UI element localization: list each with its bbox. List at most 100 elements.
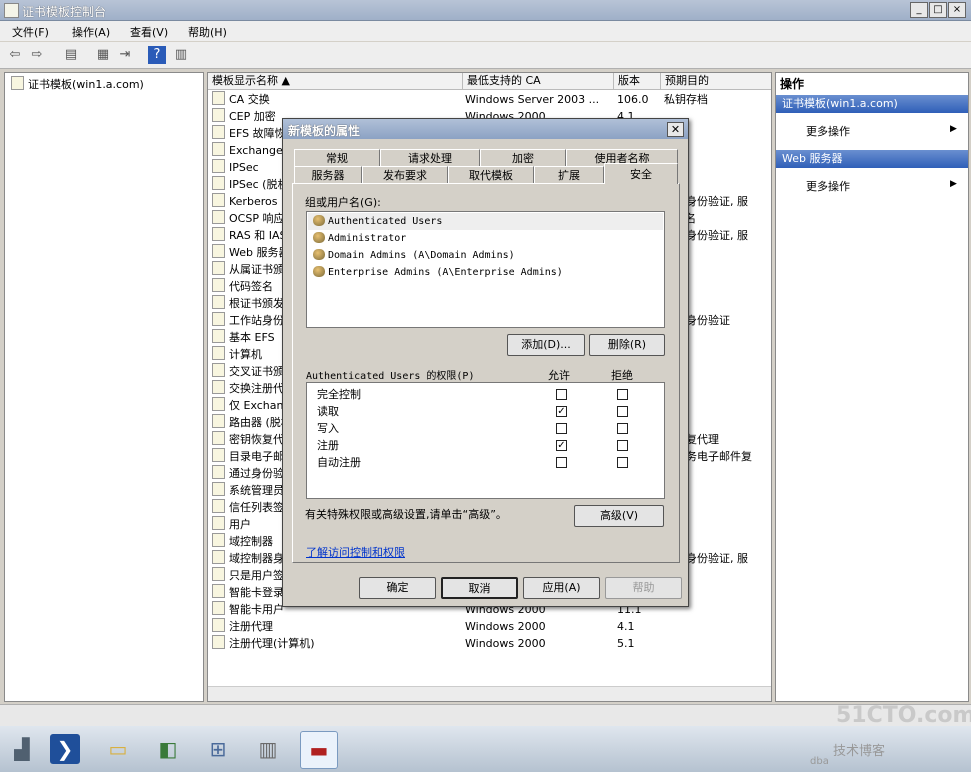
tab-superseded-templates[interactable]: 取代模板	[448, 166, 534, 183]
management-console-icon[interactable]: ◧	[150, 731, 186, 767]
allow-checkbox[interactable]: ✓	[556, 406, 567, 417]
menu-file[interactable]: 文件(F)	[12, 24, 49, 40]
template-name: 域控制器	[229, 535, 273, 548]
certificate-template-icon	[212, 176, 225, 190]
horizontal-scrollbar[interactable]	[208, 686, 771, 701]
powershell-icon[interactable]: ❯	[50, 734, 80, 764]
actions-group-web-server[interactable]: Web 服务器	[776, 150, 968, 168]
column-header-name[interactable]: 模板显示名称 ▲	[208, 73, 463, 90]
window-title-bar: 证书模板控制台 _ □ ×	[0, 0, 971, 21]
certificate-template-icon	[212, 91, 225, 105]
column-header-purpose[interactable]: 预期目的	[661, 73, 771, 90]
deny-checkbox[interactable]	[617, 406, 628, 417]
maximize-button[interactable]: □	[929, 2, 947, 18]
help-icon[interactable]: ?	[148, 46, 166, 64]
deny-checkbox[interactable]	[617, 457, 628, 468]
template-name: Web 服务器	[229, 246, 290, 259]
tree-root-label: 证书模板(win1.a.com)	[28, 78, 144, 91]
user-icon	[313, 232, 325, 243]
tab-security[interactable]: 安全	[604, 163, 678, 184]
certificate-template-icon	[212, 227, 225, 241]
learn-access-control-link[interactable]: 了解访问控制和权限	[306, 544, 405, 560]
dialog-close-button[interactable]: ✕	[667, 122, 684, 137]
template-name: 基本 EFS	[229, 331, 275, 344]
users-listbox[interactable]: Authenticated Users Administrator Domain…	[306, 211, 665, 328]
user-item[interactable]: Administrator	[313, 230, 406, 247]
template-name: IPSec	[229, 161, 259, 174]
security-tab-panel: 组或用户名(G): Authenticated Users Administra…	[292, 183, 680, 563]
tree-item-root[interactable]: 证书模板(win1.a.com)	[11, 76, 144, 92]
menu-help[interactable]: 帮助(H)	[188, 24, 227, 40]
cancel-button[interactable]: 取消	[441, 577, 518, 599]
tab-server[interactable]: 服务器	[294, 166, 362, 183]
certificate-template-icon	[212, 601, 225, 615]
help-button[interactable]: 帮助	[605, 577, 682, 599]
certificate-template-icon	[212, 108, 225, 122]
explorer-folder-icon[interactable]: ▭	[100, 731, 136, 767]
template-row[interactable]: CA 交换 Windows Server 2003 ... 106.0 私钥存档	[212, 91, 768, 108]
show-hide-tree-icon[interactable]: ▤	[62, 46, 80, 64]
template-name: 系统管理员	[229, 484, 284, 497]
server-manager-icon[interactable]: ▟	[4, 731, 40, 767]
allow-checkbox[interactable]: ✓	[556, 440, 567, 451]
tab-cryptography[interactable]: 加密	[480, 149, 566, 166]
allow-checkbox[interactable]	[556, 457, 567, 468]
certificate-template-icon	[212, 499, 225, 513]
remove-button[interactable]: 删除(R)	[589, 334, 665, 356]
properties-icon[interactable]: ▦	[94, 46, 112, 64]
template-name: Kerberos	[229, 195, 278, 208]
certificate-template-icon	[212, 142, 225, 156]
tree-pane: 证书模板(win1.a.com)	[4, 72, 204, 702]
tab-request-handling[interactable]: 请求处理	[380, 149, 480, 166]
actions-group-templates[interactable]: 证书模板(win1.a.com)	[776, 95, 968, 113]
user-item[interactable]: Enterprise Admins (A\Enterprise Admins)	[313, 264, 563, 281]
deny-checkbox[interactable]	[617, 423, 628, 434]
show-action-pane-icon[interactable]: ▥	[172, 46, 190, 64]
deny-checkbox[interactable]	[617, 389, 628, 400]
template-row[interactable]: 注册代理(计算机) Windows 2000 5.1	[212, 635, 768, 652]
toolbox-icon[interactable]: ▬	[300, 731, 338, 769]
ok-button[interactable]: 确定	[359, 577, 436, 599]
minimize-button[interactable]: _	[910, 2, 928, 18]
dialog-title: 新模板的属性	[288, 124, 361, 138]
template-name: RAS 和 IAS	[229, 229, 287, 242]
template-name: 代码签名	[229, 280, 273, 293]
add-button[interactable]: 添加(D)...	[507, 334, 585, 356]
user-item[interactable]: Domain Admins (A\Domain Admins)	[313, 247, 515, 264]
menu-action[interactable]: 操作(A)	[72, 24, 110, 40]
forward-arrow-icon[interactable]: ⇨	[28, 46, 46, 64]
back-arrow-icon[interactable]: ⇦	[6, 46, 24, 64]
more-actions-web-server[interactable]: 更多操作	[806, 178, 850, 194]
more-actions-templates[interactable]: 更多操作	[806, 123, 850, 139]
permissions-label: Authenticated Users 的权限(P)	[306, 371, 475, 382]
tab-issuance-requirements[interactable]: 发布要求	[362, 166, 448, 183]
certificate-template-icon	[212, 261, 225, 275]
server-tools-icon[interactable]: ▥	[250, 731, 286, 767]
certificate-template-icon	[212, 482, 225, 496]
certificate-template-icon	[212, 516, 225, 530]
export-list-icon[interactable]: ⇥	[116, 46, 134, 64]
menu-view[interactable]: 查看(V)	[130, 24, 168, 40]
allow-checkbox[interactable]	[556, 423, 567, 434]
certificate-template-icon	[212, 363, 225, 377]
user-item[interactable]: Authenticated Users	[313, 213, 442, 230]
network-icon[interactable]: ⊞	[200, 731, 236, 767]
deny-checkbox[interactable]	[617, 440, 628, 451]
submenu-arrow-icon: ▶	[950, 124, 957, 134]
allow-checkbox[interactable]	[556, 389, 567, 400]
certificate-template-icon	[212, 329, 225, 343]
certificate-template-icon	[212, 465, 225, 479]
advanced-button[interactable]: 高级(V)	[574, 505, 664, 527]
tab-general[interactable]: 常规	[294, 149, 380, 166]
certificate-template-icon	[212, 159, 225, 173]
certificate-template-icon	[11, 76, 24, 90]
apply-button[interactable]: 应用(A)	[523, 577, 600, 599]
close-button[interactable]: ×	[948, 2, 966, 18]
template-row[interactable]: 注册代理 Windows 2000 4.1	[212, 618, 768, 635]
template-name: 用户	[229, 518, 251, 531]
window-title: 证书模板控制台	[22, 5, 107, 19]
column-header-min-ca[interactable]: 最低支持的 CA	[463, 73, 614, 90]
column-header-version[interactable]: 版本	[614, 73, 661, 90]
actions-header: 操作	[780, 77, 805, 91]
tab-extensions[interactable]: 扩展	[534, 166, 604, 183]
